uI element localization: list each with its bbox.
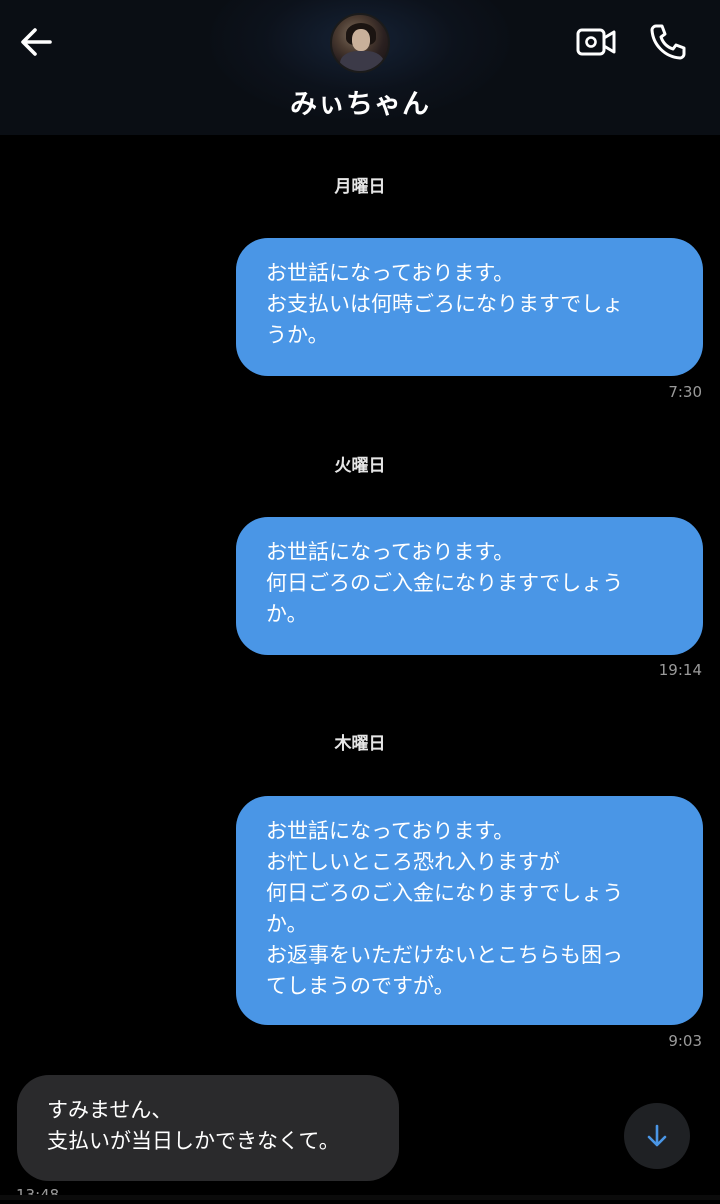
bottom-edge [0,1195,720,1200]
contact-avatar[interactable] [330,13,390,73]
message-timestamp: 7:30 [668,383,702,401]
message-line: お世話になっております。 [266,261,515,285]
avatar-face [352,29,370,51]
day-separator: 火曜日 [334,456,386,476]
message-line: 支払いが当日しかできなくて。 [47,1129,340,1153]
outgoing-message-bubble[interactable]: お世話になっております。 何日ごろのご入金になりますでしょう か。 [236,517,703,655]
message-line: お支払いは何時ごろになりますでしょ [266,292,624,316]
message-line: 何日ごろのご入金になりますでしょう [266,881,624,905]
message-line: お忙しいところ恐れ入りますが [266,850,560,874]
incoming-message-bubble[interactable]: すみません、 支払いが当日しかできなくて。 [17,1075,399,1181]
scroll-to-bottom-button[interactable] [624,1103,690,1169]
video-call-button[interactable] [574,22,618,62]
avatar-body [340,51,384,71]
day-separator: 木曜日 [334,734,386,754]
arrow-down-icon [647,1124,667,1147]
back-button[interactable] [18,22,58,62]
outgoing-message-bubble[interactable]: お世話になっております。 お支払いは何時ごろになりますでしょ うか。 [236,238,703,376]
message-line: お返事をいただけないとこちらも困っ [266,943,623,967]
chat-header: みぃちゃん [0,0,720,135]
message-line: か。 [266,602,308,626]
message-line: お世話になっております。 [266,540,515,564]
message-timestamp: 19:14 [658,661,702,679]
message-line: お世話になっております。 [266,819,515,843]
message-line: てしまうのですが。 [266,974,455,998]
arrow-left-icon [21,28,52,56]
voice-call-button[interactable] [646,20,690,64]
contact-name[interactable]: みぃちゃん [0,82,720,121]
outgoing-message-bubble[interactable]: お世話になっております。 お忙しいところ恐れ入りますが 何日ごろのご入金になりま… [236,796,703,1025]
message-line: すみません、 [47,1098,173,1122]
message-line: 何日ごろのご入金になりますでしょう [266,571,624,595]
phone-icon [650,24,686,60]
message-timestamp: 9:03 [668,1032,702,1050]
video-camera-icon [576,28,616,56]
message-line: うか。 [266,323,329,347]
day-separator: 月曜日 [334,177,386,197]
message-line: か。 [266,912,308,936]
